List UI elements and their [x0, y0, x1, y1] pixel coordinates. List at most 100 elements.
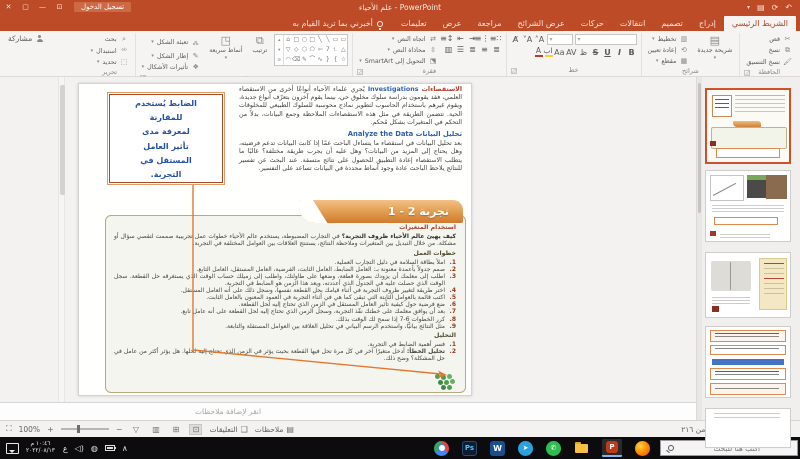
bold-button[interactable]: B: [627, 48, 637, 57]
show-hidden-icons-chevron[interactable]: ∧: [122, 444, 128, 453]
reading-view-icon[interactable]: ▥: [149, 425, 162, 434]
clear-formatting-icon[interactable]: A̸: [511, 35, 521, 44]
battery-icon[interactable]: [105, 445, 115, 451]
action-center-icon[interactable]: [6, 443, 19, 454]
text-shadow-button[interactable]: ظ: [579, 48, 589, 57]
scrollbar-thumb[interactable]: [698, 83, 701, 213]
align-center-icon[interactable]: ≡: [480, 45, 490, 54]
minimize-button[interactable]: —: [34, 0, 51, 14]
copy-button[interactable]: ⧉نسخ: [744, 45, 794, 56]
underline-button[interactable]: U: [603, 48, 613, 57]
align-text-button[interactable]: ⇳محاذاة النص▾: [357, 45, 439, 55]
callout-textbox[interactable]: الضابط يُستخدم للمقارنة لمعرفة مدى تأثير…: [109, 94, 223, 183]
italic-button[interactable]: I: [615, 48, 625, 57]
slideshow-view-icon[interactable]: ▽: [129, 425, 142, 434]
zoom-slider[interactable]: [61, 428, 109, 430]
editor-vertical-scrollbar[interactable]: [58, 77, 65, 402]
dialog-launcher-icon[interactable]: ◿: [511, 68, 517, 74]
slide-sorter-view-icon[interactable]: ⊞: [169, 425, 182, 434]
repeat-icon[interactable]: ⟳: [772, 3, 779, 12]
word-icon[interactable]: W: [490, 441, 505, 456]
file-explorer-icon[interactable]: [574, 441, 589, 456]
tab-view[interactable]: عرض: [435, 16, 470, 31]
thumbnail-scrollbar[interactable]: [697, 77, 702, 420]
shape-effects-button[interactable]: ❖تأثيرات الأشكال▾: [140, 62, 203, 72]
increase-indent-icon[interactable]: ⇤: [456, 34, 466, 43]
zoom-out-icon[interactable]: −: [116, 425, 123, 434]
line-spacing-icon[interactable]: ↕≡: [444, 34, 454, 43]
tab-insert[interactable]: إدراج: [691, 16, 724, 31]
powerpoint-taskbar-icon[interactable]: P: [602, 439, 622, 457]
firefox-icon[interactable]: [635, 441, 650, 456]
slide-thumbnail-1-selected[interactable]: [705, 88, 791, 164]
columns-icon[interactable]: ▥: [444, 45, 454, 54]
slide-canvas[interactable]: الاستقصاءات Investigations يُجري علماء ا…: [78, 83, 472, 396]
quick-styles-button[interactable]: ◳ أنماط سريعة ▾: [206, 34, 245, 62]
zoom-level[interactable]: 100%: [19, 425, 40, 434]
highlight-color-button[interactable]: اب: [545, 47, 553, 57]
volume-icon[interactable]: ◁): [75, 444, 84, 453]
slide-thumbnail-4[interactable]: [705, 326, 791, 398]
photoshop-icon[interactable]: Ps: [462, 441, 477, 456]
arrange-button[interactable]: ⧉ ترتيب: [249, 34, 270, 56]
tab-slideshow[interactable]: عرض الشرائح: [510, 16, 573, 31]
tab-design[interactable]: تصميم: [653, 16, 691, 31]
slide-thumbnail-5[interactable]: [705, 408, 791, 448]
text-direction-button[interactable]: ⇄اتجاه النص▾: [357, 34, 439, 44]
shape-fill-button[interactable]: 🝆تعبئة الشكل▾: [140, 34, 203, 50]
align-left-icon[interactable]: ≣: [468, 45, 478, 54]
tab-animations[interactable]: حركات: [573, 16, 612, 31]
normal-view-icon[interactable]: ⊡: [189, 424, 202, 435]
network-icon[interactable]: ◍: [91, 444, 98, 453]
customize-qat-icon[interactable]: ▾: [747, 4, 750, 11]
close-button[interactable]: ✕: [0, 0, 17, 14]
numbering-icon[interactable]: ⋮≡: [480, 34, 490, 43]
layout-button[interactable]: ▥تخطيط▾: [646, 34, 691, 44]
slide-thumbnail-3[interactable]: [705, 252, 791, 318]
ribbon-display-options-button[interactable]: ⊡: [51, 0, 68, 14]
whatsapp-icon[interactable]: ✆: [546, 441, 561, 456]
change-case-icon[interactable]: Aa: [555, 48, 565, 57]
tell-me[interactable]: أخبرني بما تريد القيام به: [282, 16, 392, 31]
tab-help[interactable]: تعليمات: [393, 16, 435, 31]
justify-icon[interactable]: ☰: [456, 45, 466, 54]
notes-button[interactable]: ملاحظات▤: [255, 425, 294, 434]
zoom-in-icon[interactable]: +: [47, 425, 54, 434]
grow-font-icon[interactable]: A˄: [535, 35, 545, 44]
bullets-icon[interactable]: ∷≡: [492, 34, 502, 43]
dialog-launcher-icon[interactable]: ◿: [357, 69, 363, 75]
telegram-icon[interactable]: ➤: [518, 441, 533, 456]
replace-button[interactable]: ᵃᵇاستبدال▾: [89, 46, 131, 56]
font-name-combo[interactable]: ▾: [575, 34, 637, 45]
chrome-icon[interactable]: [434, 441, 449, 456]
shapes-gallery-scroll[interactable]: ▴▾≡: [275, 35, 284, 65]
tab-transitions[interactable]: انتقالات: [612, 16, 653, 31]
restore-button[interactable]: ▢: [17, 0, 34, 14]
share-button[interactable]: مشاركة: [8, 34, 43, 43]
shape-outline-button[interactable]: ✎إطار الشكل▾: [140, 51, 203, 61]
dialog-launcher-icon[interactable]: ◿: [744, 70, 750, 76]
comments-button[interactable]: التعليقات❑: [209, 425, 247, 434]
font-size-combo[interactable]: ▾: [547, 34, 573, 45]
fit-slide-to-window-icon[interactable]: ⛶: [6, 424, 12, 434]
tab-home[interactable]: الشريط الرئيسي: [724, 16, 796, 31]
taskbar-clock[interactable]: ١٠:٤٦ م ٢٠٢٢/٠٨/١٣: [26, 441, 55, 455]
undo-icon[interactable]: ↶: [785, 3, 792, 12]
align-right-icon[interactable]: ≣: [492, 45, 502, 54]
strikethrough-button[interactable]: S: [591, 48, 601, 57]
font-color-button[interactable]: A: [535, 47, 543, 57]
find-button[interactable]: ⌕بحث: [89, 34, 131, 45]
new-slide-button[interactable]: ▤ شريحة جديدة ▾: [694, 34, 735, 62]
scrollbar-thumb[interactable]: [60, 85, 65, 195]
select-button[interactable]: ⬚تحديد▾: [89, 57, 131, 67]
signin-button[interactable]: تسجيل الدخول: [74, 2, 131, 12]
notes-placeholder[interactable]: انقر لإضافة ملاحظات: [195, 407, 261, 416]
convert-smartart-button[interactable]: ⬔التحويل إلى SmartArt▾: [357, 56, 439, 66]
decrease-indent-icon[interactable]: ⇥: [468, 34, 478, 43]
cut-button[interactable]: ✂قص: [744, 34, 794, 44]
shrink-font-icon[interactable]: A˅: [523, 35, 533, 44]
reset-button[interactable]: ⟲إعادة تعيين: [646, 45, 691, 55]
tab-review[interactable]: مراجعة: [469, 16, 509, 31]
zoom-slider-knob[interactable]: [77, 425, 80, 433]
shapes-gallery[interactable]: ▭▭╲╲□○□⌂ △𝥶7⇦⬠⬡◇▽ ☆}{∿⌒✎⌫◠ ▴▾≡: [274, 34, 348, 66]
